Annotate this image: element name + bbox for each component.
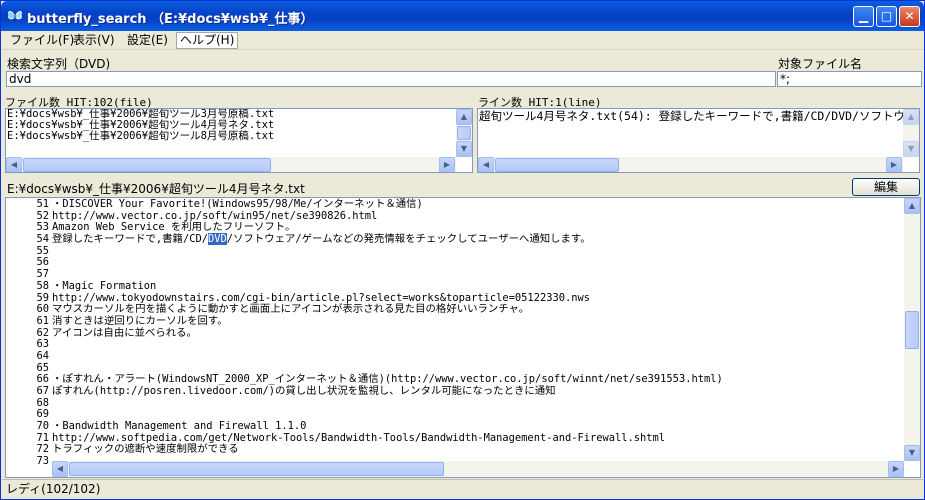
- line-hit-list[interactable]: 超旬ツール4月号ネタ.txt(54): 登録したキーワードで,書籍/CD/DVD…: [477, 108, 920, 173]
- scroll-right-button[interactable]: ▶: [439, 157, 455, 172]
- scroll-down-button[interactable]: ▼: [903, 141, 919, 157]
- chevron-right-icon: ▶: [443, 160, 451, 169]
- line-number: 61: [36, 314, 49, 327]
- scroll-left-button[interactable]: ◀: [52, 461, 68, 477]
- line-text: Amazon Web Service を利用したフリーソフト。: [52, 221, 296, 234]
- text-line[interactable]: 56: [6, 257, 906, 269]
- scroll-thumb[interactable]: [905, 311, 919, 349]
- menu-help[interactable]: ヘルプ(H): [176, 32, 239, 49]
- search-label: 検索文字列（DVD): [7, 57, 111, 71]
- current-file-path: E:¥docs¥wsb¥_仕事¥2006¥超旬ツール4月号ネタ.txt: [7, 182, 305, 196]
- line-text: ぽすれん(http://posren.livedoor.com/)の貸し出し状況…: [52, 385, 556, 397]
- line-text: 登録したキーワードで,書籍/CD/: [52, 233, 208, 246]
- line-text: アイコンは自由に並べられる。: [52, 326, 197, 339]
- line-number: 51: [36, 198, 49, 210]
- scroll-up-button[interactable]: ▲: [456, 109, 472, 125]
- file-list-item[interactable]: E:¥docs¥wsb¥_仕事¥2006¥超旬ツール8月号原稿.txt: [6, 131, 472, 142]
- target-file-input[interactable]: *;: [777, 71, 922, 87]
- viewer-hscrollbar[interactable]: ◀ ▶: [52, 461, 904, 477]
- target-label: 対象ファイル名: [778, 57, 863, 71]
- minimize-icon: ▁: [858, 9, 869, 23]
- close-icon: ✕: [904, 9, 915, 23]
- chevron-left-icon: ◀: [482, 160, 490, 169]
- text-lines: 51 ・DISCOVER Your Favorite!(Windows95/98/…: [6, 198, 906, 468]
- scroll-thumb[interactable]: [23, 158, 271, 172]
- line-text: http://www.softpedia.com/get/Network-Too…: [52, 431, 666, 444]
- line-text: トラフィックの遮断や速度制限ができる: [52, 443, 239, 456]
- maximize-button[interactable]: □: [876, 6, 897, 27]
- chevron-up-icon: ▲: [460, 112, 468, 121]
- line-number: 58: [36, 279, 49, 292]
- search-input[interactable]: dvd: [6, 71, 776, 87]
- scroll-up-button[interactable]: ▲: [904, 198, 920, 214]
- line-number: 54: [36, 233, 49, 246]
- chevron-up-icon: ▲: [908, 201, 916, 210]
- butterfly-icon: [8, 10, 22, 21]
- edit-button[interactable]: 編集: [852, 178, 920, 196]
- text-line[interactable]: 54 登録したキーワードで,書籍/CD/DVD/ソフトウェア/ゲームなどの発売情報…: [6, 233, 906, 246]
- scroll-thumb[interactable]: [69, 462, 444, 476]
- text-line[interactable]: 64: [6, 349, 906, 363]
- line-text: http://www.tokyodownstairs.com/cgi-bin/a…: [52, 291, 590, 304]
- chevron-up-icon: ▲: [907, 112, 915, 121]
- line-text: マウスカーソルを円を描くように動かすと画面上にアイコンが表示される見た目の格好い…: [52, 303, 530, 316]
- line-number: 70: [36, 420, 49, 433]
- line-text: ・Bandwidth Management and Firewall 1.1.0: [52, 420, 307, 433]
- line-text: /ソフトウェア/ゲームなどの発売情報をチェックしてユーザーへ通知します。: [226, 233, 591, 246]
- maximize-icon: □: [880, 9, 893, 23]
- line-text: ・ぽすれん・アラート(WindowsNT_2000_XP_インターネット＆通信)…: [52, 373, 723, 386]
- line-number: 64: [36, 349, 49, 362]
- text-line[interactable]: 67 ぽすれん(http://posren.livedoor.com/)の貸し出し…: [6, 385, 906, 398]
- scroll-thumb[interactable]: [457, 126, 471, 140]
- scroll-thumb[interactable]: [495, 158, 619, 172]
- chevron-down-icon: ▼: [907, 144, 915, 153]
- chevron-left-icon: ◀: [10, 160, 18, 169]
- status-bar: レディ(102/102): [2, 479, 923, 499]
- file-list-vscrollbar[interactable]: ▲ ▼: [456, 109, 472, 157]
- text-line[interactable]: 68: [6, 397, 906, 410]
- text-viewer[interactable]: 51 ・DISCOVER Your Favorite!(Windows95/98/…: [5, 197, 921, 478]
- text-line[interactable]: 55: [6, 245, 906, 258]
- window-title: butterfly_search （E:¥docs¥wsb¥_仕事）: [27, 12, 314, 27]
- line-list-vscrollbar[interactable]: ▲ ▼: [903, 109, 919, 157]
- menu-bar: ファイル(F) 表示(V) 設定(E) ヘルプ(H): [2, 31, 923, 50]
- scroll-left-button[interactable]: ◀: [6, 157, 22, 172]
- line-list-hscrollbar[interactable]: ◀ ▶: [478, 157, 903, 172]
- chevron-right-icon: ▶: [892, 464, 900, 473]
- menu-view[interactable]: 表示(V): [70, 32, 118, 49]
- line-text: 消すときは逆回りにカーソルを回す。: [52, 314, 228, 327]
- scroll-down-button[interactable]: ▼: [456, 141, 472, 157]
- text-line[interactable]: 63: [6, 339, 906, 351]
- text-line[interactable]: 72 トラフィックの遮断や速度制限ができる: [6, 444, 906, 456]
- file-list-hscrollbar[interactable]: ◀ ▶: [6, 157, 456, 172]
- scroll-down-button[interactable]: ▼: [904, 445, 920, 461]
- close-button[interactable]: ✕: [899, 6, 920, 27]
- line-number: 67: [36, 385, 49, 397]
- chevron-down-icon: ▼: [908, 448, 916, 457]
- scroll-left-button[interactable]: ◀: [478, 157, 494, 172]
- line-hit-item[interactable]: 超旬ツール4月号ネタ.txt(54): 登録したキーワードで,書籍/CD/DVD…: [478, 109, 919, 123]
- scroll-up-button[interactable]: ▲: [903, 109, 919, 125]
- text-line[interactable]: 62 アイコンは自由に並べられる。: [6, 326, 906, 340]
- chevron-left-icon: ◀: [56, 464, 64, 473]
- file-list[interactable]: E:¥docs¥wsb¥_仕事¥2006¥超旬ツール3月号原稿.txt E:¥d…: [5, 108, 473, 173]
- line-text: http://www.vector.co.jp/soft/win95/net/s…: [52, 209, 378, 222]
- search-match-highlight: DVD: [207, 233, 227, 246]
- chevron-down-icon: ▼: [460, 144, 468, 153]
- app-window: butterfly_search （E:¥docs¥wsb¥_仕事） ▁ □ ✕…: [0, 0, 925, 500]
- line-text: ・Magic Formation: [52, 279, 157, 292]
- scroll-right-button[interactable]: ▶: [886, 157, 902, 172]
- scroll-right-button[interactable]: ▶: [888, 461, 904, 477]
- line-number: 73: [36, 455, 49, 468]
- minimize-button[interactable]: ▁: [853, 6, 874, 27]
- menu-settings[interactable]: 設定(E): [124, 32, 171, 49]
- menu-file[interactable]: ファイル(F): [7, 32, 77, 49]
- viewer-vscrollbar[interactable]: ▲ ▼: [904, 198, 920, 461]
- title-bar[interactable]: butterfly_search （E:¥docs¥wsb¥_仕事） ▁ □ ✕: [1, 1, 924, 31]
- line-text: ・DISCOVER Your Favorite!(Windows95/98/Me…: [52, 198, 423, 210]
- chevron-right-icon: ▶: [890, 160, 898, 169]
